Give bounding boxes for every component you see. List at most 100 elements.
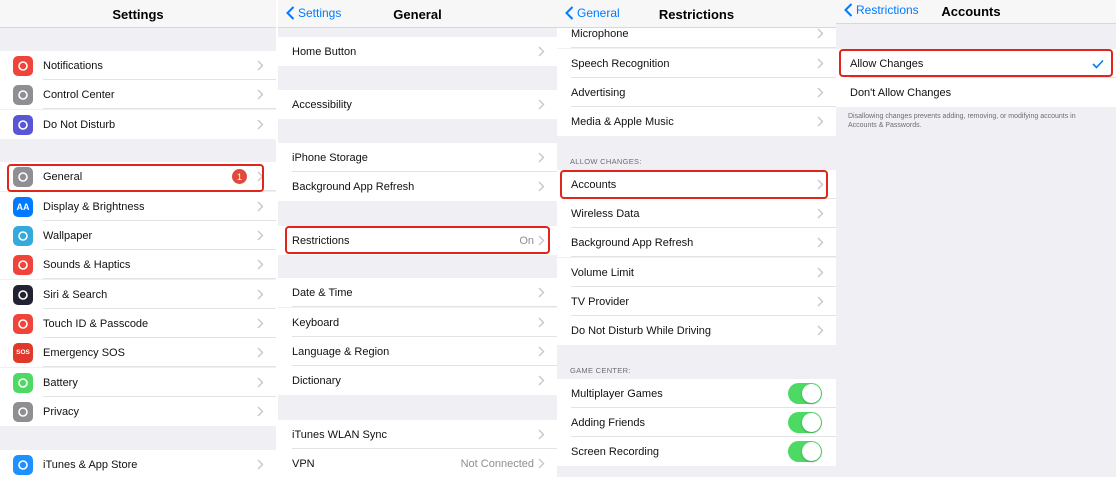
chevron-right-icon <box>817 87 824 98</box>
row-label: Home Button <box>292 45 357 58</box>
chevron-right-icon <box>538 375 545 386</box>
chevron-right-icon <box>538 287 545 298</box>
chevron-right-icon <box>257 201 264 212</box>
sos-icon: SOS <box>13 342 33 363</box>
chevron-right-icon <box>257 60 264 71</box>
row-do-not-disturb[interactable]: Do Not Disturb <box>0 110 276 139</box>
row-tv-provider[interactable]: TV Provider <box>557 287 836 316</box>
app-store-icon <box>13 454 33 475</box>
toggle-switch[interactable] <box>788 412 822 433</box>
row-don-t-allow-changes[interactable]: Don't Allow Changes <box>836 78 1116 107</box>
row-wireless-data[interactable]: Wireless Data <box>557 199 836 228</box>
page-title: Restrictions <box>658 7 735 22</box>
row-separator <box>571 256 836 257</box>
highlight-accounts <box>560 170 828 199</box>
chevron-right-icon <box>257 89 264 100</box>
row-separator <box>43 366 276 367</box>
row-display-and-brightness[interactable]: AA Display & Brightness <box>0 192 276 221</box>
row-label: Display & Brightness <box>43 200 145 213</box>
row-home-button[interactable]: Home Button <box>278 37 557 66</box>
row-label: Wallpaper <box>43 229 93 242</box>
chevron-right-icon <box>257 318 264 329</box>
row-touch-id-and-passcode[interactable]: Touch ID & Passcode <box>0 309 276 338</box>
chevron-right-icon <box>817 208 824 219</box>
row-volume-limit[interactable]: Volume Limit <box>557 258 836 287</box>
row-screen-recording[interactable]: Screen Recording <box>557 437 836 466</box>
row-privacy[interactable]: Privacy <box>0 397 276 426</box>
row-label: Advertising <box>571 86 626 99</box>
chevron-right-icon <box>257 459 264 470</box>
chevron-right-icon <box>538 458 545 469</box>
row-adding-friends[interactable]: Adding Friends <box>557 408 836 437</box>
row-label: Emergency SOS <box>43 346 125 359</box>
row-do-not-disturb-while-driving[interactable]: Do Not Disturb While Driving <box>557 316 836 345</box>
highlight-allow-changes <box>839 49 1113 77</box>
row-label: Background App Refresh <box>292 180 415 193</box>
restrictions-navbar: General Restrictions <box>557 0 836 28</box>
row-date-and-time[interactable]: Date & Time <box>278 278 557 307</box>
row-label: TV Provider <box>571 295 630 308</box>
row-label: Battery <box>43 376 78 389</box>
row-language-and-region[interactable]: Language & Region <box>278 337 557 366</box>
row-label: Keyboard <box>292 316 340 329</box>
section-label-game-center: GAME CENTER: <box>570 366 631 375</box>
row-notifications[interactable]: Notifications <box>0 51 276 80</box>
row-separator <box>43 108 276 109</box>
row-label: Notifications <box>43 59 103 72</box>
row-background-app-refresh[interactable]: Background App Refresh <box>557 228 836 257</box>
row-label: Screen Recording <box>571 445 660 458</box>
row-label: Background App Refresh <box>571 236 694 249</box>
chevron-right-icon <box>538 429 545 440</box>
chevron-right-icon <box>538 152 545 163</box>
wallpaper-icon <box>13 225 33 246</box>
page-title: Accounts <box>941 4 1001 19</box>
toggle-switch[interactable] <box>788 383 822 404</box>
chevron-right-icon <box>538 46 545 57</box>
row-siri-and-search[interactable]: Siri & Search <box>0 280 276 309</box>
row-control-center[interactable]: Control Center <box>0 80 276 109</box>
chevron-right-icon <box>257 289 264 300</box>
row-label: Do Not Disturb While Driving <box>571 324 711 337</box>
hand-icon <box>13 401 33 422</box>
row-background-app-refresh[interactable]: Background App Refresh <box>278 172 557 201</box>
row-emergency-sos[interactable]: SOS Emergency SOS <box>0 338 276 367</box>
row-label: Speech Recognition <box>571 57 670 70</box>
chevron-right-icon <box>817 267 824 278</box>
row-wallpaper[interactable]: Wallpaper <box>0 221 276 250</box>
row-sounds-and-haptics[interactable]: Sounds & Haptics <box>0 250 276 279</box>
row-label: Siri & Search <box>43 288 108 301</box>
row-advertising[interactable]: Advertising <box>557 78 836 107</box>
row-battery[interactable]: Battery <box>0 368 276 397</box>
general-panel: Settings General Home Button Accessibilit… <box>278 0 557 477</box>
battery-icon <box>13 372 33 393</box>
row-label: Privacy <box>43 405 80 418</box>
row-accessibility[interactable]: Accessibility <box>278 90 557 119</box>
row-label: Control Center <box>43 88 115 101</box>
row-label: Wireless Data <box>571 207 640 220</box>
highlight-restrictions <box>285 226 550 254</box>
control-center-icon <box>13 84 33 105</box>
row-itunes-wlan-sync[interactable]: iTunes WLAN Sync <box>278 420 557 449</box>
row-speech-recognition[interactable]: Speech Recognition <box>557 49 836 78</box>
row-label: Language & Region <box>292 345 390 358</box>
row-label: Touch ID & Passcode <box>43 317 149 330</box>
chevron-right-icon <box>538 181 545 192</box>
chevron-right-icon <box>257 259 264 270</box>
row-keyboard[interactable]: Keyboard <box>278 308 557 337</box>
row-dictionary[interactable]: Dictionary <box>278 366 557 395</box>
row-label: Media & Apple Music <box>571 115 674 128</box>
chevron-right-icon <box>257 406 264 417</box>
row-separator <box>571 47 836 48</box>
toggle-switch[interactable] <box>788 441 822 462</box>
row-label: Multiplayer Games <box>571 387 663 400</box>
row-vpn[interactable]: VPN Not Connected <box>278 449 557 477</box>
row-itunes-and-app-store[interactable]: iTunes & App Store <box>0 450 276 477</box>
row-media-and-apple-music[interactable]: Media & Apple Music <box>557 107 836 136</box>
row-iphone-storage[interactable]: iPhone Storage <box>278 143 557 172</box>
row-label: Do Not Disturb <box>43 118 116 131</box>
row-separator <box>43 278 276 279</box>
highlight-general <box>7 164 264 192</box>
chevron-right-icon <box>817 296 824 307</box>
moon-icon <box>13 114 33 135</box>
row-multiplayer-games[interactable]: Multiplayer Games <box>557 379 836 408</box>
